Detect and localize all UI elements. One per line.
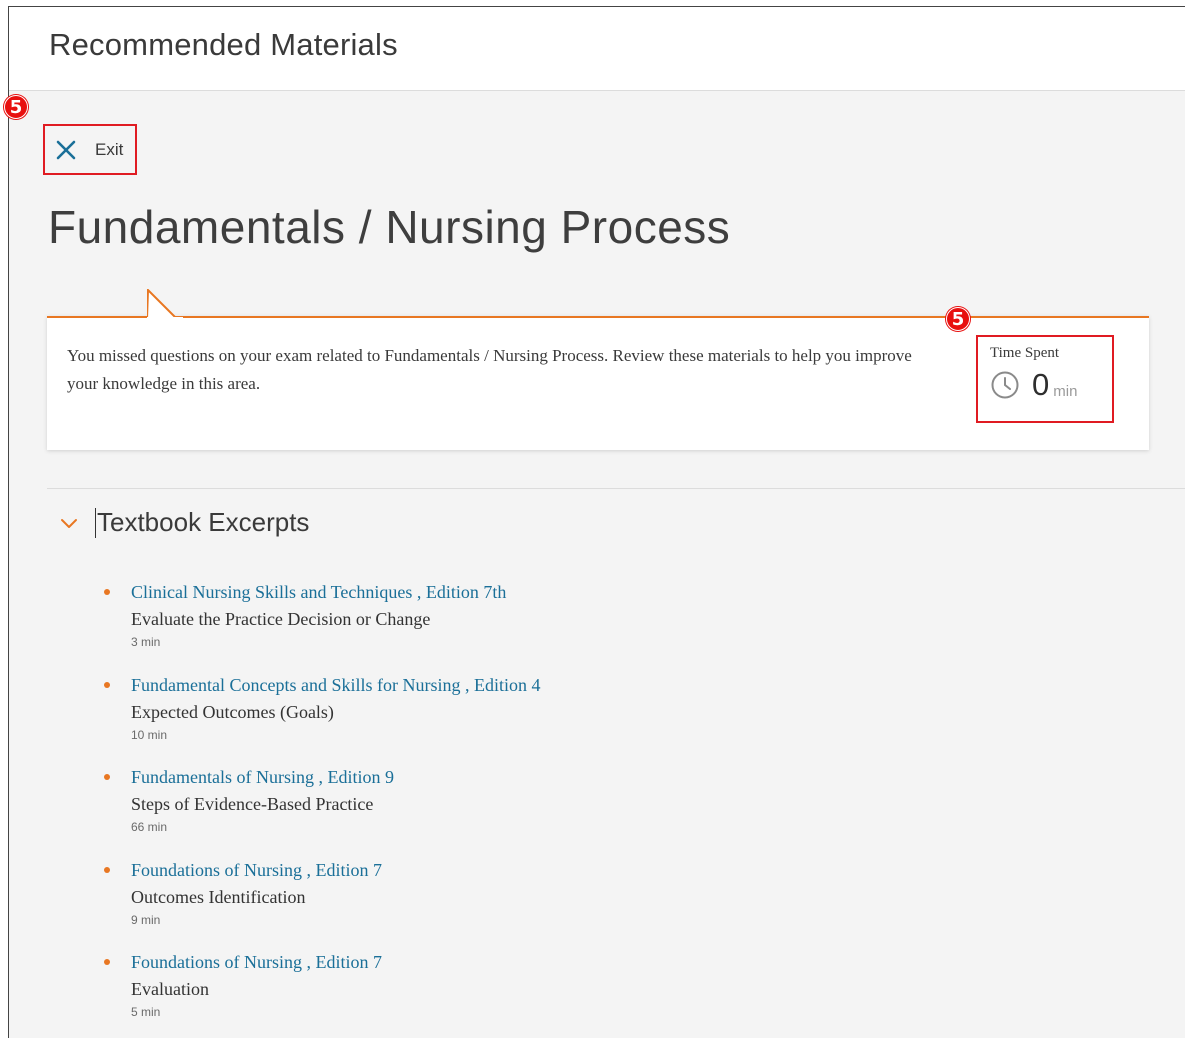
list-item: Fundamental Concepts and Skills for Nurs…: [101, 673, 540, 766]
material-link[interactable]: Clinical Nursing Skills and Techniques ,…: [131, 580, 540, 604]
material-duration: 3 min: [131, 635, 161, 649]
material-chapter: Evaluation: [131, 979, 209, 999]
bullet-dot: [104, 589, 110, 595]
time-spent-unit: min: [1053, 383, 1078, 400]
annotation-marker-exit: 5: [4, 95, 28, 119]
header-title: Recommended Materials: [49, 27, 398, 62]
material-link[interactable]: Fundamental Concepts and Skills for Nurs…: [131, 673, 540, 697]
exit-button[interactable]: Exit: [43, 124, 137, 175]
time-spent-panel: Time Spent 0 min: [976, 335, 1114, 423]
section-toggle[interactable]: Textbook Excerpts: [59, 507, 309, 538]
text-cursor: [95, 507, 96, 538]
info-card: You missed questions on your exam relate…: [47, 289, 1149, 450]
exit-label: Exit: [95, 139, 124, 159]
close-icon: [56, 140, 76, 159]
annotation-marker-time: 5: [946, 307, 970, 331]
bullet-dot: [104, 959, 110, 965]
material-duration: 10 min: [131, 727, 168, 742]
material-duration: 66 min: [131, 820, 168, 834]
info-message: You missed questions on your exam relate…: [67, 346, 912, 393]
material-duration: 9 min: [131, 912, 161, 927]
materials-list: Clinical Nursing Skills and Techniques ,…: [101, 580, 540, 1038]
chevron-down-icon: [61, 518, 77, 528]
list-item: Clinical Nursing Skills and Techniques ,…: [101, 580, 540, 673]
list-item: Fundamentals of Nursing , Edition 9 Step…: [101, 765, 540, 858]
time-spent-row: 0 min: [990, 368, 1112, 402]
list-item: Foundations of Nursing , Edition 7 Outco…: [101, 858, 540, 951]
time-spent-label: Time Spent: [990, 345, 1060, 361]
page-title: Fundamentals / Nursing Process: [48, 201, 731, 253]
section-title: Textbook Excerpts: [97, 507, 310, 537]
material-chapter: Evaluate the Practice Decision or Change: [131, 609, 431, 629]
material-chapter: Outcomes Identification: [131, 886, 306, 907]
top-bar: Recommended Materials: [9, 7, 1185, 91]
material-link[interactable]: Foundations of Nursing , Edition 7: [131, 950, 540, 974]
material-duration: 5 min: [131, 1005, 161, 1019]
clock-icon: [991, 371, 1019, 399]
material-link[interactable]: Fundamentals of Nursing , Edition 9: [131, 765, 540, 789]
list-item: Foundations of Nursing , Edition 7 Evalu…: [101, 950, 540, 1038]
time-spent-value: 0: [1032, 367, 1050, 402]
bullet-dot: [104, 866, 110, 873]
material-link[interactable]: Foundations of Nursing , Edition 7: [131, 858, 540, 882]
card-notch: [147, 289, 183, 319]
bullet-dot: [104, 774, 110, 780]
material-chapter: Expected Outcomes (Goals): [131, 701, 334, 722]
section-divider: [47, 488, 1185, 489]
main-frame: Recommended Materials Exit Fundamentals …: [8, 6, 1185, 1038]
bullet-dot: [104, 681, 110, 688]
material-chapter: Steps of Evidence-Based Practice: [131, 794, 374, 814]
